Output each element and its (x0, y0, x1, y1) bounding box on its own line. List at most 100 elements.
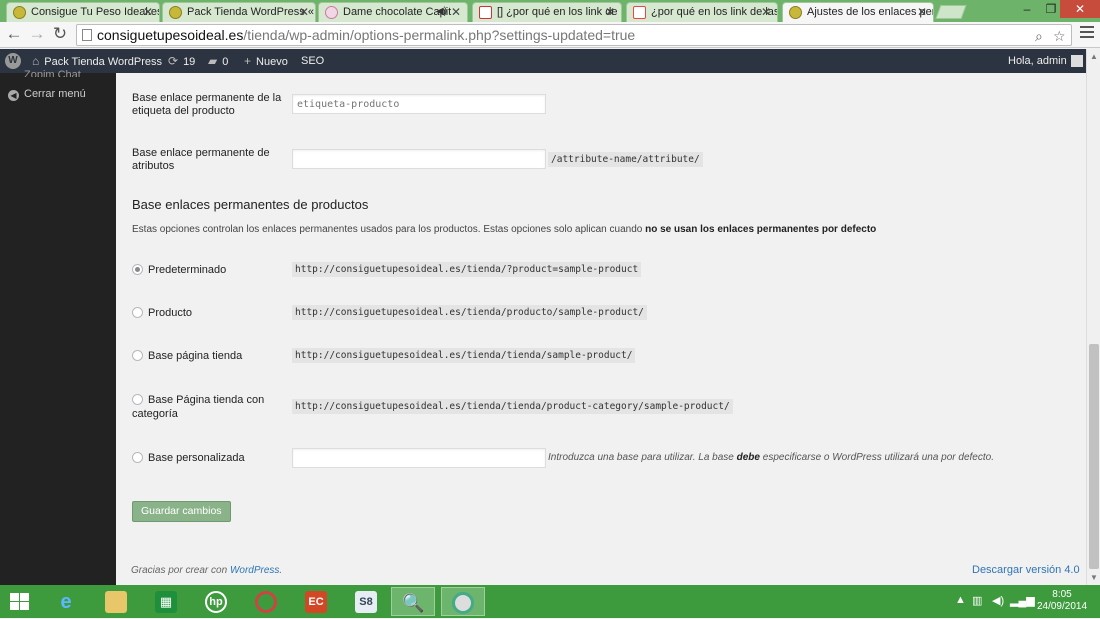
browser-tab[interactable]: ¿por qué en los link de las ✕ (626, 2, 778, 22)
chocolate-favicon-icon (325, 6, 338, 19)
taskbar-clock[interactable]: 8:05 24/09/2014 (1034, 589, 1090, 613)
close-tab-icon[interactable]: ✕ (761, 5, 771, 19)
tag-base-input[interactable] (292, 94, 546, 114)
close-tab-icon[interactable]: ✕ (143, 5, 153, 19)
browser-tab-active[interactable]: Ajustes de los enlaces per ✕ (782, 2, 934, 22)
wordpress-logo-icon[interactable]: W (5, 53, 21, 69)
scroll-up-icon[interactable]: ▲ (1087, 52, 1100, 61)
windows-start-icon[interactable] (10, 593, 30, 611)
admin-bar-new[interactable]: + Nuevo (244, 49, 288, 73)
radio-button[interactable] (132, 350, 143, 361)
browser-tab-bar: Consigue Tu Peso Ideal.es ✕ Pack Tienda … (0, 0, 1100, 22)
footer-text: . (279, 565, 283, 576)
gmail-favicon-icon (479, 6, 492, 19)
hint-text: especificarse o WordPress utilizará una … (762, 452, 994, 463)
admin-bar-updates[interactable]: ⟳ 19 (168, 49, 195, 73)
hp-icon[interactable]: hp (194, 587, 238, 616)
internet-explorer-icon[interactable]: e (44, 587, 88, 616)
footer-thanks: Gracias por crear con WordPress. (131, 565, 282, 576)
tray-volume-icon[interactable]: ◀) (992, 594, 1004, 607)
scroll-down-icon[interactable]: ▼ (1087, 573, 1100, 582)
updates-count: 19 (183, 56, 196, 68)
plus-icon: + (244, 54, 252, 68)
seo-label: SEO (301, 55, 325, 67)
download-version-link[interactable]: Descargar versión 4.0 (972, 564, 1080, 576)
browser-tab[interactable]: Pack Tienda WordPress « ✕ (162, 2, 316, 22)
custom-base-input[interactable] (292, 448, 546, 468)
permalink-option-product[interactable]: Producto (132, 306, 192, 320)
browser-menu-icon[interactable] (1080, 26, 1094, 42)
description-text: Estas opciones controlan los enlaces per… (132, 224, 643, 235)
radio-button[interactable] (132, 264, 143, 275)
greeting: Hola, admin (1008, 55, 1067, 67)
page-scrollbar[interactable]: ▲ ▼ (1086, 49, 1100, 585)
new-tab-button[interactable] (935, 5, 967, 19)
w-favicon-icon (633, 6, 646, 19)
hint-bold: debe (736, 452, 760, 463)
file-explorer-icon[interactable] (94, 587, 138, 616)
app-s8-icon[interactable]: S8 (344, 587, 388, 616)
radio-button[interactable] (132, 452, 143, 463)
option-example: http://consiguetupesoideal.es/tienda/tie… (292, 399, 733, 414)
magnifier-icon[interactable]: 🔍 (391, 587, 435, 616)
permalink-option-default[interactable]: Predeterminado (132, 263, 226, 277)
chrome-icon[interactable] (441, 587, 485, 616)
clock-time: 8:05 (1052, 589, 1072, 600)
address-host: consiguetupesoideal.es (97, 27, 244, 43)
close-tab-icon[interactable]: ✕ (451, 5, 461, 19)
tray-network-icon[interactable]: ▥ (972, 594, 982, 607)
description-bold: no se usan los enlaces permanentes por d… (645, 224, 877, 235)
close-tab-icon[interactable]: ✕ (299, 5, 309, 19)
tray-expand-icon[interactable]: ▲ (955, 594, 966, 606)
collapse-arrow-icon: ◀ (8, 90, 19, 101)
tray-signal-icon[interactable]: ▂▄▆ (1010, 594, 1035, 607)
sidebar-item-partial[interactable]: Zopim Chat (24, 69, 81, 77)
browser-tab[interactable]: Dame chocolate Capit ◀) ✕ (318, 2, 468, 22)
speaker-icon: ◀) (435, 6, 447, 17)
browser-tab[interactable]: Consigue Tu Peso Ideal.es ✕ (6, 2, 160, 22)
browser-tab-label: ¿por qué en los link de las (651, 6, 778, 18)
attribute-base-label: Base enlace permanente de atributos (132, 147, 270, 172)
browser-tab-label: Pack Tienda WordPress « (187, 6, 314, 18)
address-bar[interactable]: consiguetupesoideal.es/tienda/wp-admin/o… (76, 24, 1072, 46)
hint-text: Introduzca una base para utilizar. La ba… (548, 452, 734, 463)
store-icon[interactable]: ▦ (144, 587, 188, 616)
reload-icon[interactable]: ↻ (50, 24, 70, 44)
browser-tab[interactable]: [] ¿por qué en los link de l ✕ (472, 2, 622, 22)
option-label: Predeterminado (148, 264, 227, 276)
close-tab-icon[interactable]: ✕ (605, 5, 615, 19)
option-label: Producto (148, 307, 193, 319)
collapse-menu-button[interactable]: ◀ Cerrar menú (8, 88, 86, 101)
radio-button[interactable] (132, 394, 143, 405)
wordpress-link[interactable]: WordPress (230, 565, 279, 576)
star-icon[interactable]: ☆ (1053, 26, 1066, 46)
window-close-icon[interactable]: ✕ (1060, 0, 1100, 18)
site-favicon-icon (789, 6, 802, 19)
scroll-thumb[interactable] (1089, 344, 1099, 569)
minimize-icon[interactable]: ‒ (1014, 0, 1040, 18)
comments-count: 0 (222, 56, 229, 68)
browser-tab-label: Consigue Tu Peso Ideal.es (31, 6, 160, 18)
option-label: Base personalizada (148, 452, 245, 464)
back-arrow-icon[interactable]: ← (4, 24, 24, 44)
save-changes-button[interactable]: Guardar cambios (132, 501, 231, 522)
admin-bar-account[interactable]: Hola, admin (1008, 49, 1083, 73)
office-icon[interactable]: EC (294, 587, 338, 616)
attribute-base-input[interactable] (292, 149, 546, 169)
footer-text: Gracias por crear con (131, 565, 228, 576)
section-heading: Base enlaces permanentes de productos (132, 197, 369, 212)
admin-bar-comments[interactable]: ▰ 0 (208, 49, 228, 73)
search-icon[interactable]: ⌕ (1035, 26, 1043, 46)
forward-arrow-icon[interactable]: → (27, 24, 47, 44)
permalink-option-custom[interactable]: Base personalizada (132, 451, 245, 465)
permalink-option-shop-base[interactable]: Base página tienda (132, 349, 242, 363)
option-example: http://consiguetupesoideal.es/tienda/pro… (292, 305, 647, 320)
option-example: http://consiguetupesoideal.es/tienda/?pr… (292, 262, 642, 277)
close-tab-icon[interactable]: ✕ (917, 5, 927, 19)
app-swirl-icon[interactable] (244, 587, 288, 616)
new-label: Nuevo (256, 56, 288, 68)
address-path: /tienda/wp-admin/options-permalink.php?s… (243, 27, 636, 43)
permalink-option-shop-category[interactable]: Base Página tienda con categoría (132, 393, 282, 421)
radio-button[interactable] (132, 307, 143, 318)
admin-bar-seo[interactable]: SEO (301, 49, 324, 73)
